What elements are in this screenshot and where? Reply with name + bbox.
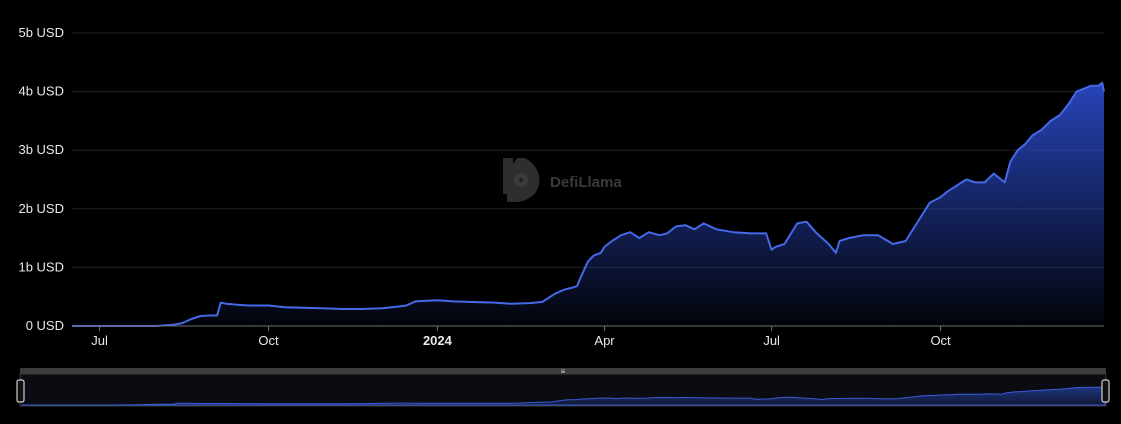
y-tick-label: 1b USD: [18, 259, 64, 274]
y-tick-label: 2b USD: [18, 201, 64, 216]
defillama-logo-icon: [503, 158, 540, 202]
range-slider[interactable]: ≡: [16, 367, 1110, 407]
y-tick-label: 3b USD: [18, 142, 64, 157]
slider-left-handle[interactable]: [16, 379, 25, 403]
y-tick-label: 4b USD: [18, 84, 64, 99]
x-tick-label: Jul: [91, 333, 108, 348]
x-tick-label: Oct: [930, 333, 951, 348]
x-tick-label: Jul: [763, 333, 780, 348]
slider-right-handle[interactable]: [1101, 379, 1110, 403]
watermark: DefiLlama: [503, 158, 622, 202]
tvl-chart: 0 USD 1b USD 2b USD 3b USD 4b USD 5b USD Defi…: [0, 0, 1121, 419]
x-tick-label: Apr: [594, 333, 615, 348]
y-tick-label: 0 USD: [26, 318, 64, 333]
x-tick-label: Oct: [258, 333, 279, 348]
x-axis: Jul Oct 2024 Apr Jul Oct: [72, 325, 1104, 348]
x-tick-label: 2024: [423, 333, 453, 348]
chart-svg: 0 USD 1b USD 2b USD 3b USD 4b USD 5b USD Defi…: [16, 25, 1110, 407]
tvl-area: [72, 82, 1104, 326]
watermark-text: DefiLlama: [550, 174, 622, 191]
y-tick-label: 5b USD: [18, 25, 64, 40]
y-axis: 0 USD 1b USD 2b USD 3b USD 4b USD 5b USD: [18, 25, 64, 333]
